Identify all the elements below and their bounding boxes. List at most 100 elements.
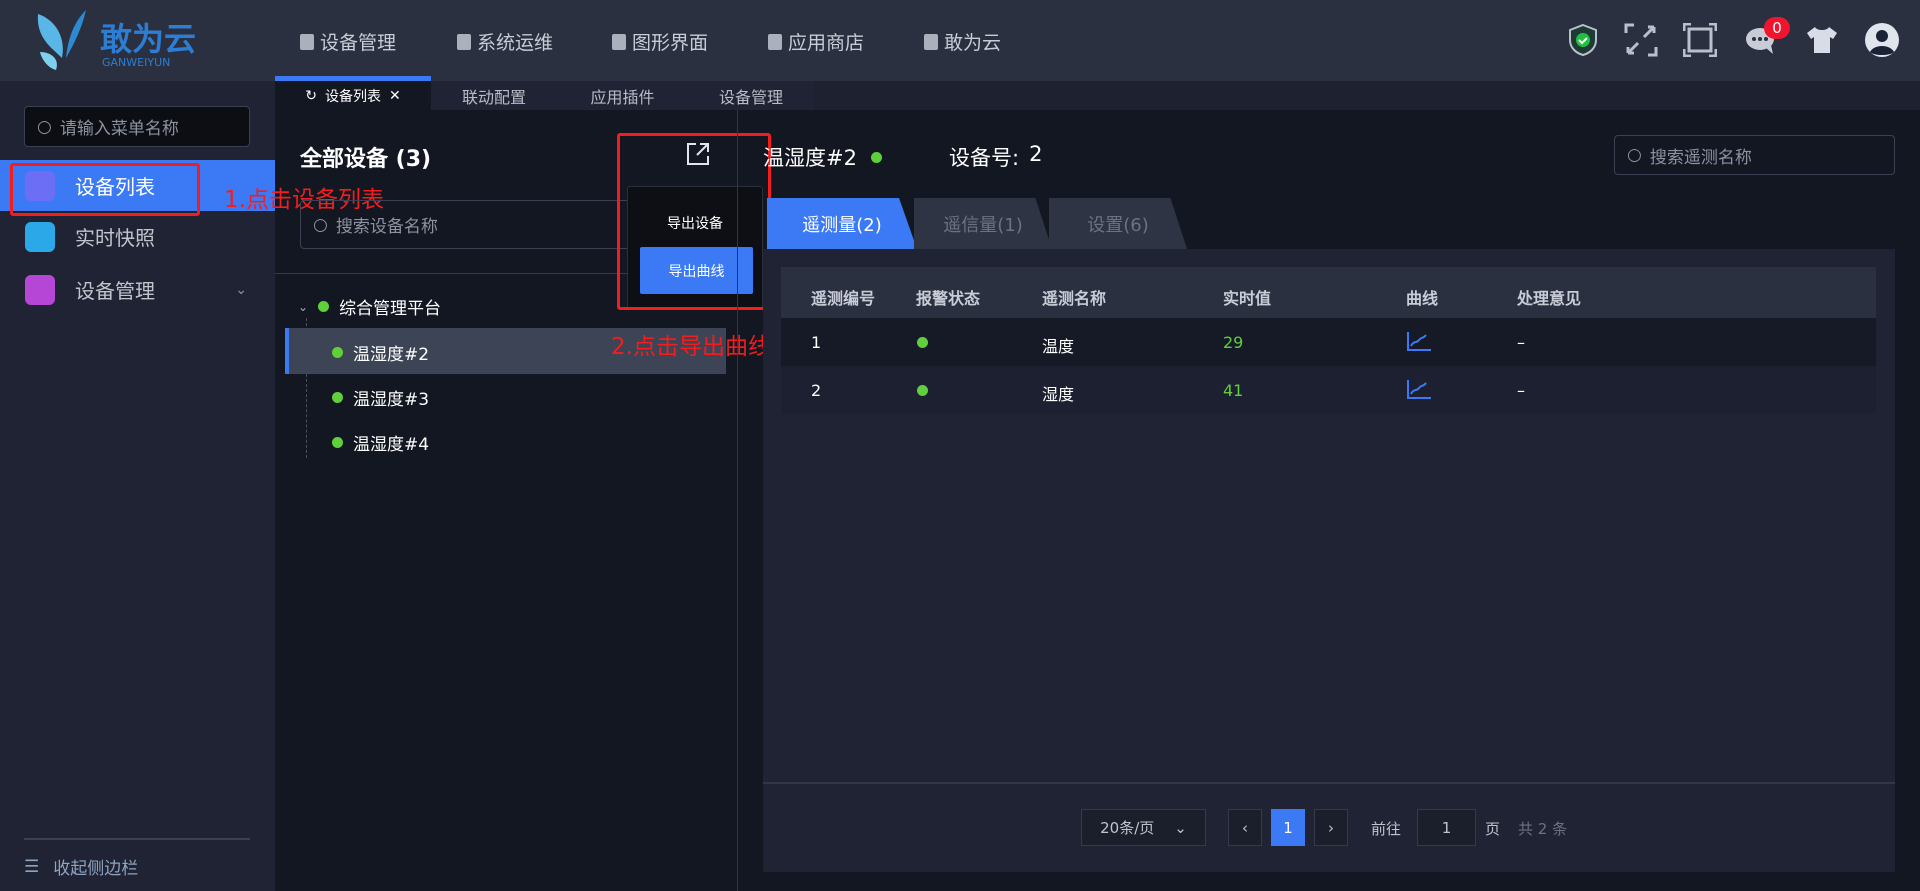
- search-placeholder: 搜索遥测名称: [1649, 147, 1752, 168]
- alarm-status-dot: [917, 385, 928, 396]
- chevron-down-icon: ⌄: [235, 281, 247, 298]
- alarm-status-dot: [917, 337, 928, 348]
- device-name-label: 温湿度#2: [763, 146, 857, 170]
- security-shield-icon[interactable]: [1565, 22, 1601, 58]
- status-dot: [870, 151, 882, 163]
- refresh-icon[interactable]: ↻: [305, 88, 317, 104]
- status-dot: [318, 301, 330, 312]
- column-header: 曲线: [1406, 289, 1439, 308]
- nav-label: 设备管理: [320, 32, 397, 54]
- store-icon: [768, 33, 782, 50]
- tree-root[interactable]: ⌄ 综合管理平台: [298, 294, 441, 319]
- nav-label: 图形界面: [632, 32, 709, 54]
- tab-app-plugins[interactable]: 应用插件: [557, 81, 688, 110]
- table-row: [781, 366, 1876, 414]
- logo-text: 敢为云: [100, 20, 197, 58]
- status-dot: [332, 392, 343, 403]
- curve-chart-icon[interactable]: [1406, 330, 1432, 356]
- device-number-label: 设备号:: [949, 146, 1020, 170]
- search-icon: ○: [37, 116, 52, 137]
- page-size-select[interactable]: 20条/页 ⌄: [1081, 809, 1206, 846]
- monitor-icon: [612, 33, 626, 50]
- status-dot: [332, 437, 343, 448]
- expand-arrows-icon[interactable]: [1623, 22, 1659, 58]
- tree-item[interactable]: 温湿度#3: [332, 385, 429, 410]
- tab-telesignal[interactable]: 遥信量(1): [914, 198, 1052, 249]
- top-header: 敢为云 GANWEIYUN 设备管理 系统运维 图形界面 应用商店 敢为云 0: [0, 0, 1920, 81]
- device-number-value: 2: [1029, 142, 1043, 166]
- user-avatar[interactable]: [1864, 22, 1900, 58]
- tree-item-label: 温湿度#3: [353, 390, 430, 410]
- butterfly-icon: [924, 33, 938, 50]
- column-header: 实时值: [1223, 289, 1272, 308]
- tree-item[interactable]: 温湿度#4: [332, 430, 429, 455]
- sidebar-item-device-management[interactable]: 设备管理 ⌄: [0, 264, 275, 315]
- prev-page-button[interactable]: ‹: [1228, 809, 1262, 846]
- annotation-box-1: [10, 163, 200, 216]
- column-header: 报警状态: [916, 289, 981, 308]
- grid-icon: [25, 274, 55, 305]
- device-icon: [300, 33, 314, 50]
- cell-id: 1: [811, 333, 822, 352]
- nav-graphic-ui[interactable]: 图形界面: [612, 28, 708, 55]
- chevron-down-icon: ⌄: [1174, 818, 1187, 837]
- cell-advice: –: [1517, 333, 1525, 352]
- nav-system-ops[interactable]: 系统运维: [457, 28, 553, 55]
- fullscreen-icon[interactable]: [1682, 22, 1718, 58]
- device-panel-title: 全部设备 (3): [300, 147, 432, 172]
- message-count-badge: 0: [1764, 17, 1790, 39]
- collapse-sidebar-button[interactable]: ☰ 收起侧边栏: [24, 854, 139, 880]
- search-placeholder: 请输入菜单名称: [59, 119, 179, 139]
- tree-root-label: 综合管理平台: [339, 299, 442, 319]
- nav-device-management[interactable]: 设备管理: [300, 28, 396, 55]
- tab-label: 设备列表: [325, 88, 381, 105]
- panel-separator: [737, 110, 738, 891]
- next-page-button[interactable]: ›: [1314, 809, 1348, 846]
- cell-value: 41: [1223, 381, 1244, 400]
- search-icon: ○: [1627, 145, 1642, 165]
- nav-app-store[interactable]: 应用商店: [768, 28, 864, 55]
- nav-label: 敢为云: [944, 32, 1002, 54]
- nav-label: 系统运维: [477, 32, 554, 54]
- collapse-menu-icon: ☰: [24, 856, 40, 877]
- status-dot: [332, 347, 343, 358]
- device-number: 设备号: 2: [949, 142, 1042, 172]
- cell-name: 温度: [1042, 337, 1075, 356]
- tab-telemetry[interactable]: 遥测量(2): [767, 198, 917, 249]
- nav-ganweiyun[interactable]: 敢为云: [924, 28, 1001, 55]
- cell-value: 29: [1223, 333, 1244, 352]
- theme-shirt-icon[interactable]: [1804, 22, 1840, 58]
- search-placeholder: 搜索设备名称: [335, 217, 438, 237]
- tab-settings[interactable]: 设置(6): [1049, 198, 1187, 249]
- curve-chart-icon[interactable]: [1406, 378, 1432, 404]
- cell-advice: –: [1517, 381, 1525, 400]
- column-header: 遥测编号: [811, 289, 876, 308]
- tree-item-label: 温湿度#4: [353, 435, 430, 455]
- goto-page-input[interactable]: 1: [1417, 809, 1476, 846]
- butterfly-logo-icon: [26, 8, 96, 74]
- pagination-divider: [763, 782, 1895, 784]
- menu-search-input[interactable]: ○ 请输入菜单名称: [24, 106, 250, 147]
- close-icon[interactable]: ✕: [389, 88, 401, 104]
- cell-name: 湿度: [1042, 385, 1075, 404]
- goto-label: 前往: [1371, 820, 1402, 838]
- sidebar-item-label: 设备管理: [75, 279, 155, 303]
- collapse-label: 收起侧边栏: [53, 859, 139, 879]
- chevron-down-icon[interactable]: ⌄: [298, 300, 308, 314]
- nav-label: 应用商店: [788, 32, 865, 54]
- annotation-2: 2.点击导出曲线: [611, 334, 771, 360]
- tab-device-list[interactable]: ↻ 设备列表 ✕: [275, 81, 431, 110]
- sidebar-item-label: 实时快照: [75, 226, 155, 250]
- annotation-box-2: [617, 133, 771, 310]
- page-1-button[interactable]: 1: [1271, 809, 1305, 846]
- search-icon: ○: [313, 214, 328, 235]
- telemetry-search-input[interactable]: ○ 搜索遥测名称: [1614, 135, 1895, 175]
- tree-item[interactable]: 温湿度#2: [332, 340, 429, 365]
- tab-device-management[interactable]: 设备管理: [688, 81, 814, 110]
- column-header: 处理意见: [1517, 289, 1582, 308]
- total-count: 共 2 条: [1518, 820, 1568, 838]
- page-unit-label: 页: [1485, 820, 1501, 838]
- camera-icon: [25, 221, 55, 252]
- sidebar-item-snapshot[interactable]: 实时快照: [0, 211, 275, 262]
- tab-linkage-config[interactable]: 联动配置: [431, 81, 557, 110]
